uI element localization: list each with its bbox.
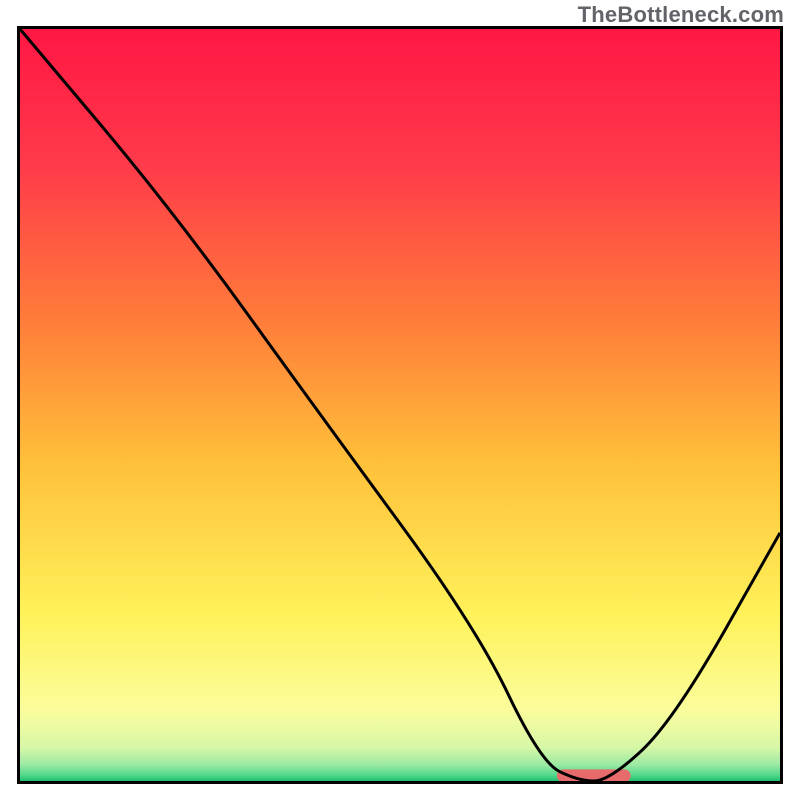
watermark-text: TheBottleneck.com xyxy=(578,2,784,28)
chart-svg xyxy=(20,29,780,781)
gradient-background xyxy=(20,29,780,781)
chart-plot-area xyxy=(17,26,783,784)
chart-frame: TheBottleneck.com xyxy=(0,0,800,800)
